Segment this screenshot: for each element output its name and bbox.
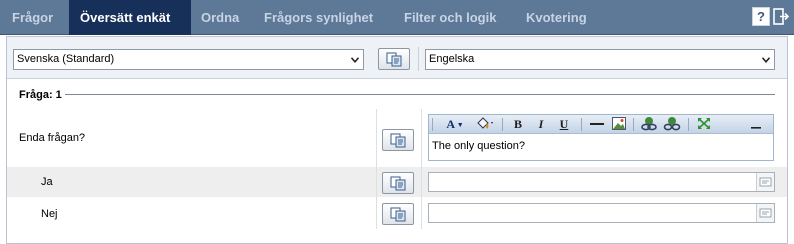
rich-edit-icon[interactable] — [756, 204, 774, 222]
toolbar-separator — [502, 118, 503, 131]
copy-all-button[interactable] — [378, 48, 410, 70]
underline-button[interactable]: U — [555, 116, 573, 133]
font-color-button[interactable]: A ▼ — [443, 116, 467, 133]
help-icon[interactable]: ? — [752, 7, 770, 26]
tab-kvotering[interactable]: Kvotering — [515, 0, 605, 35]
link-icon — [641, 117, 657, 131]
target-language-select[interactable]: Engelska — [425, 49, 775, 70]
copy-icon — [390, 133, 406, 148]
chevron-down-icon — [762, 57, 770, 63]
horizontal-rule-icon — [590, 123, 604, 125]
copy-icon — [390, 207, 406, 222]
toolbar-separator — [633, 118, 634, 131]
divider — [418, 47, 419, 71]
minimize-icon — [751, 127, 761, 129]
unlink-icon — [663, 117, 681, 131]
toolbar-grip — [432, 118, 433, 131]
tab-bar: Frågor Översätt enkät Ordna Frågors synl… — [0, 0, 794, 35]
target-language-value: Engelska — [429, 53, 475, 65]
horizontal-rule-button[interactable] — [588, 116, 606, 133]
translation-panel: Svenska (Standard) Engelska Fråga: 1 End… — [6, 36, 788, 244]
toolbar-separator — [581, 118, 582, 131]
highlight-button[interactable] — [473, 116, 497, 133]
copy-icon — [386, 52, 402, 67]
question-translation-text: The only question? — [432, 140, 525, 152]
copy-icon — [390, 176, 406, 191]
tab-fragors-synlighet[interactable]: Frågors synlighet — [252, 0, 392, 35]
tab-fragor[interactable]: Frågor — [0, 0, 69, 35]
remove-link-button[interactable] — [662, 116, 682, 133]
copy-answer-button[interactable] — [382, 172, 414, 194]
image-icon — [612, 117, 626, 130]
italic-button[interactable]: I — [532, 116, 550, 133]
answer-translation-input[interactable] — [428, 172, 775, 192]
paint-bucket-icon — [477, 117, 493, 129]
question-header-rule — [65, 94, 775, 95]
divider — [376, 167, 377, 197]
answer-row: Nej — [7, 197, 787, 229]
rich-edit-icon[interactable] — [756, 173, 774, 191]
question-header: Fråga: 1 — [19, 89, 62, 101]
editor-toolbar: A ▼ B I U — [429, 115, 773, 134]
exit-icon[interactable] — [772, 7, 790, 26]
answer-row: Ja — [7, 167, 787, 197]
answer-translation-input[interactable] — [428, 203, 775, 223]
insert-link-button[interactable] — [639, 116, 659, 133]
divider — [421, 167, 422, 197]
divider — [376, 109, 377, 167]
question-source-text: Enda frågan? — [19, 132, 86, 144]
chevron-down-icon — [351, 57, 359, 63]
tab-ordna[interactable]: Ordna — [191, 0, 252, 35]
source-language-value: Svenska (Standard) — [17, 53, 115, 65]
divider — [421, 109, 422, 167]
maximize-editor-button[interactable] — [695, 116, 713, 133]
tab-oversatt-enkat[interactable]: Översätt enkät — [69, 0, 191, 35]
maximize-icon — [698, 118, 710, 129]
source-language-select[interactable]: Svenska (Standard) — [13, 49, 364, 70]
divider — [376, 197, 377, 229]
collapse-toolbar-button[interactable] — [747, 116, 765, 133]
insert-image-button[interactable] — [610, 116, 628, 133]
answer-source-text: Nej — [41, 208, 58, 220]
bold-button[interactable]: B — [509, 116, 527, 133]
copy-question-button[interactable] — [382, 129, 414, 151]
font-color-icon: A — [446, 117, 455, 131]
divider — [421, 197, 422, 229]
tab-filter-och-logik[interactable]: Filter och logik — [392, 0, 515, 35]
question-translation-editor[interactable]: A ▼ B I U The only question? — [428, 114, 774, 161]
answer-source-text: Ja — [41, 176, 53, 188]
language-selector-row: Svenska (Standard) Engelska — [7, 37, 787, 79]
copy-answer-button[interactable] — [382, 203, 414, 225]
toolbar-separator — [688, 118, 689, 131]
